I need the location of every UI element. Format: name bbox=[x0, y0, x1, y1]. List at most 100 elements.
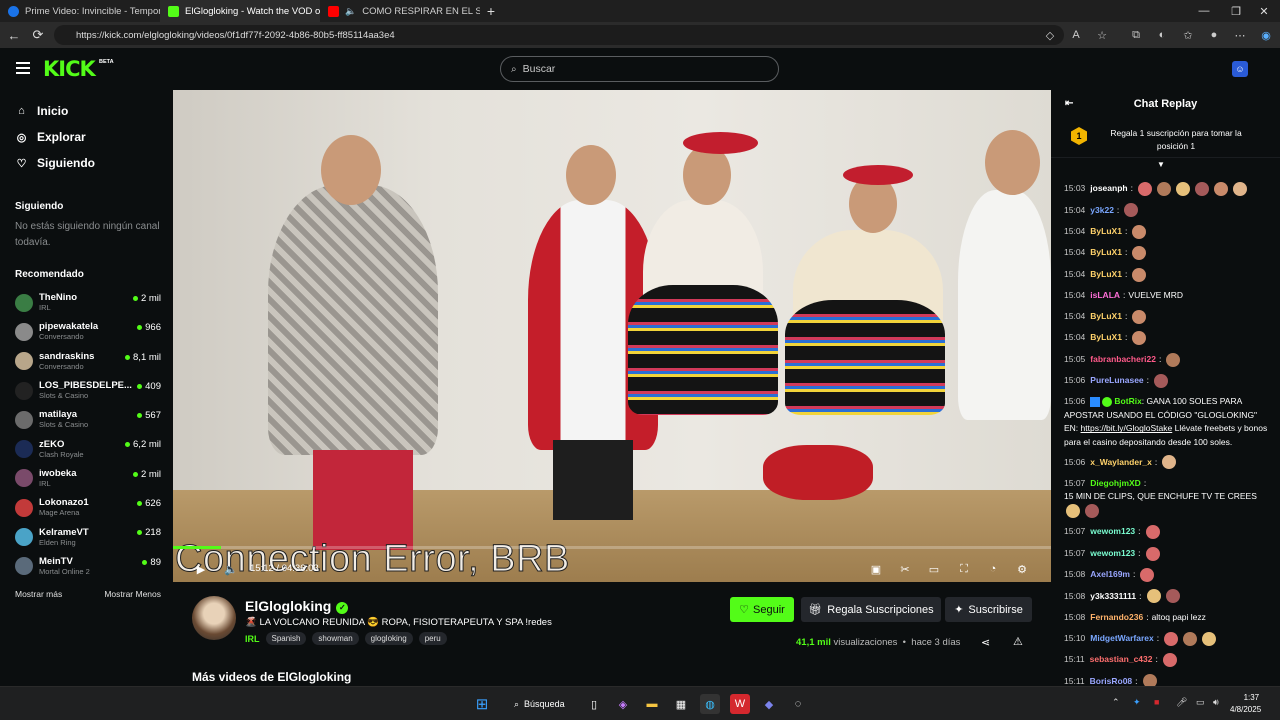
chat-username[interactable]: ByLuX1 bbox=[1090, 225, 1122, 239]
subscribe-button[interactable]: ✦ Suscribirse bbox=[945, 597, 1032, 622]
user-avatar[interactable]: ☺ bbox=[1232, 61, 1248, 77]
chat-username[interactable]: ByLuX1 bbox=[1090, 246, 1122, 260]
recommended-channel[interactable]: Lokonazo1 Mage Arena 626 bbox=[0, 493, 173, 522]
app-red-icon[interactable]: W bbox=[730, 694, 750, 714]
browser-tab-kick[interactable]: ElGlogloking - Watch the VOD on ✕ bbox=[160, 0, 320, 22]
show-more-button[interactable]: Mostrar más bbox=[15, 589, 62, 599]
chat-username[interactable]: Fernando236 bbox=[1090, 611, 1143, 625]
chat-username[interactable]: ByLuX1 bbox=[1090, 331, 1122, 345]
favorites-icon[interactable]: ✩ bbox=[1178, 25, 1198, 45]
playback-speed-icon[interactable]: ◔ bbox=[985, 561, 1001, 577]
recommended-channel[interactable]: TheNino IRL 2 mil bbox=[0, 288, 173, 317]
chat-username[interactable]: DiegohjmXD bbox=[1090, 477, 1141, 491]
chat-app-icon[interactable]: ◌ bbox=[788, 694, 808, 714]
category-link[interactable]: IRL bbox=[245, 634, 260, 644]
settings-gear-icon[interactable]: ⚙ bbox=[1014, 561, 1030, 577]
chat-username[interactable]: ByLuX1 bbox=[1090, 268, 1122, 282]
chat-username[interactable]: fabranbacheri22 bbox=[1090, 353, 1156, 367]
chat-username[interactable]: y3k3331111 bbox=[1090, 590, 1136, 604]
chat-username[interactable]: joseanph bbox=[1090, 182, 1127, 196]
share-icon[interactable]: ⋖ bbox=[981, 636, 990, 649]
reload-icon[interactable]: ⟳ bbox=[26, 23, 50, 47]
recommended-channel[interactable]: LOS_PIBESDELPE... Slots & Casino 409 bbox=[0, 376, 173, 405]
speaker-tray-icon[interactable]: 🔊︎ bbox=[1213, 697, 1219, 708]
folder-icon[interactable]: ▬ bbox=[642, 694, 662, 714]
address-bar[interactable]: https://kick.com/elglogloking/videos/0f1… bbox=[54, 25, 1064, 45]
tag-chip[interactable]: showman bbox=[312, 632, 359, 645]
minimize-icon[interactable]: — bbox=[1188, 0, 1220, 22]
recommended-channel[interactable]: zEKO Clash Royale 6,2 mil bbox=[0, 434, 173, 463]
chat-username[interactable]: Axel169m bbox=[1090, 568, 1130, 582]
chat-username[interactable]: x_Waylander_x bbox=[1090, 456, 1152, 470]
chat-username[interactable]: PureLunasee bbox=[1090, 374, 1143, 388]
extensions-icon[interactable]: ⧉ bbox=[1126, 25, 1146, 45]
search-box[interactable]: ⌕ bbox=[500, 56, 779, 82]
pin-arrow-icon[interactable]: ▼ bbox=[1157, 160, 1165, 169]
channel-name[interactable]: ElGlogloking ✓ bbox=[245, 598, 349, 614]
sidebar-item-siguiendo[interactable]: ♡ Siguiendo bbox=[0, 150, 173, 176]
show-less-button[interactable]: Mostrar Menos bbox=[104, 589, 161, 599]
edge-icon[interactable]: ◍ bbox=[700, 694, 720, 714]
recommended-channel[interactable]: pipewakatela Conversando 966 bbox=[0, 317, 173, 346]
message-link[interactable]: https://bit.ly/GlogloStake bbox=[1081, 423, 1173, 433]
copilot-icon[interactable]: ◉ bbox=[1256, 25, 1276, 45]
chat-username[interactable]: ByLuX1 bbox=[1090, 310, 1122, 324]
theater-mode-icon[interactable]: ▭ bbox=[926, 561, 942, 577]
browser-tab-youtube[interactable]: 🔈 COMO RESPIRAR EN EL SER ✕ bbox=[320, 0, 480, 22]
recommended-channel[interactable]: sandraskins Conversando 8,1 mil bbox=[0, 347, 173, 376]
new-tab-button[interactable]: + bbox=[480, 0, 502, 22]
recommended-channel[interactable]: iwobeka IRL 2 mil bbox=[0, 464, 173, 493]
chat-username[interactable]: sebastian_c432 bbox=[1090, 653, 1153, 667]
chat-username[interactable]: BotRix bbox=[1114, 396, 1141, 406]
profile-icon[interactable]: ● bbox=[1204, 25, 1224, 45]
chat-username[interactable]: wewom123 bbox=[1090, 525, 1135, 539]
tag-chip[interactable]: glogloking bbox=[364, 632, 413, 645]
collapse-chat-icon[interactable]: ⇤ bbox=[1065, 98, 1073, 109]
gift-leaderboard-banner[interactable]: 1 Regala 1 suscripción para tomar la pos… bbox=[1051, 118, 1280, 169]
browser-tab-prime[interactable]: Prime Video: Invincible - Tempora ✕ bbox=[0, 0, 160, 22]
file-icon[interactable]: ▯ bbox=[584, 694, 604, 714]
tray-app-icon-2[interactable]: ■ bbox=[1154, 697, 1159, 707]
miniplayer-icon[interactable]: ▣ bbox=[868, 561, 884, 577]
sidebar-item-explorar[interactable]: ◎ Explorar bbox=[0, 124, 173, 150]
chat-username[interactable]: MidgetWarfarex bbox=[1090, 632, 1153, 646]
microphone-icon[interactable]: 🎤︎ bbox=[1176, 697, 1187, 708]
tray-chevron-icon[interactable]: ⌃ bbox=[1112, 697, 1120, 708]
split-icon[interactable]: ◐ bbox=[1152, 25, 1172, 45]
store-icon[interactable]: ▦ bbox=[671, 694, 691, 714]
hamburger-menu-icon[interactable] bbox=[16, 62, 30, 74]
kick-logo[interactable]: KICK bbox=[43, 57, 96, 81]
menu-dots-icon[interactable]: ⋯ bbox=[1230, 25, 1250, 45]
close-window-icon[interactable]: ✕ bbox=[1248, 0, 1280, 22]
chat-username[interactable]: isLALA bbox=[1090, 289, 1120, 303]
back-icon[interactable]: ← bbox=[2, 23, 26, 47]
fullscreen-icon[interactable]: ⛶ bbox=[956, 561, 972, 577]
teams-icon[interactable]: ◆ bbox=[759, 694, 779, 714]
recommended-channel[interactable]: matilaya Slots & Casino 567 bbox=[0, 405, 173, 434]
read-aloud-icon[interactable]: A bbox=[1066, 25, 1086, 45]
recommended-channel[interactable]: KelrameVT Elden Ring 218 bbox=[0, 522, 173, 551]
tag-chip[interactable]: Spanish bbox=[265, 632, 307, 645]
report-warning-icon[interactable]: ⚠ bbox=[1013, 635, 1023, 648]
tag-icon[interactable]: ◇ bbox=[1040, 25, 1060, 45]
copilot-icon[interactable]: ◈ bbox=[613, 694, 633, 714]
channel-avatar[interactable] bbox=[192, 596, 236, 640]
clip-icon[interactable]: ✂ bbox=[897, 561, 913, 577]
tray-app-icon[interactable]: ✦ bbox=[1133, 697, 1141, 708]
search-input[interactable] bbox=[522, 63, 753, 75]
gift-subscriptions-button[interactable]: 🎁︎ Regala Suscripciones bbox=[801, 597, 941, 622]
chat-username[interactable]: wewom123 bbox=[1090, 547, 1135, 561]
taskbar-search[interactable]: ⌕ Búsqueda bbox=[504, 693, 576, 715]
windows-start-icon[interactable]: ⊞ bbox=[472, 694, 492, 714]
sidebar-item-inicio[interactable]: ⌂ Inicio bbox=[0, 98, 173, 124]
clock[interactable]: 1:37 4/8/2025 bbox=[1230, 692, 1261, 716]
video-progress-bar[interactable] bbox=[173, 546, 1051, 549]
tag-chip[interactable]: peru bbox=[418, 632, 447, 645]
volume-icon[interactable]: 🔈 bbox=[223, 561, 239, 577]
recommended-channel[interactable]: MeinTV Mortal Online 2 89 bbox=[0, 552, 173, 581]
video-player[interactable]: Connection Error, BRB ▶ 🔈 15:12 / 04:36:… bbox=[173, 90, 1051, 582]
favorite-star-icon[interactable]: ☆ bbox=[1092, 25, 1112, 45]
follow-button[interactable]: ♡ Seguir bbox=[730, 597, 794, 622]
chat-username[interactable]: y3k22 bbox=[1090, 204, 1114, 218]
play-icon[interactable]: ▶ bbox=[193, 561, 209, 577]
